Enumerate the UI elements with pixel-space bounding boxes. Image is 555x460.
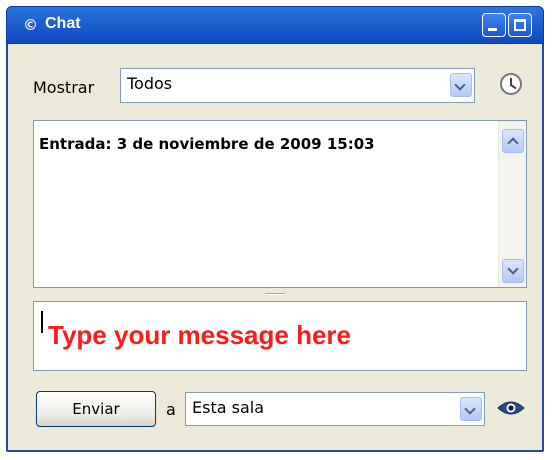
chevron-down-icon[interactable] <box>450 73 472 97</box>
minimize-button[interactable] <box>482 13 506 37</box>
show-filter-label: Mostrar <box>33 78 95 97</box>
scroll-down-icon[interactable] <box>502 259 524 283</box>
eye-icon[interactable] <box>497 400 525 416</box>
send-button[interactable]: Enviar <box>36 391 156 427</box>
chat-icon: © <box>23 16 38 34</box>
title-bar[interactable]: © Chat <box>6 6 544 44</box>
show-filter-value: Todos <box>127 74 173 93</box>
resize-handle[interactable] <box>265 293 285 295</box>
recipient-select[interactable]: Esta sala <box>185 392 485 426</box>
maximize-icon <box>514 19 526 31</box>
message-placeholder: Type your message here <box>48 320 351 350</box>
minimize-icon <box>488 28 497 31</box>
clock-icon[interactable] <box>500 73 522 95</box>
log-entry: Entrada: 3 de noviembre de 2009 15:03 <box>39 135 375 153</box>
recipient-value: Esta sala <box>192 398 264 417</box>
chat-log[interactable]: Entrada: 3 de noviembre de 2009 15:03 <box>33 120 527 288</box>
recipient-label: a <box>166 400 176 419</box>
scroll-up-icon[interactable] <box>502 129 524 153</box>
window-title: Chat <box>45 15 81 32</box>
chat-log-scrollbar[interactable] <box>498 121 526 287</box>
chevron-down-icon[interactable] <box>460 397 482 421</box>
show-filter-select[interactable]: Todos <box>120 68 475 103</box>
maximize-button[interactable] <box>508 13 532 37</box>
message-input[interactable]: Type your message here <box>33 301 527 371</box>
text-caret <box>41 311 43 333</box>
